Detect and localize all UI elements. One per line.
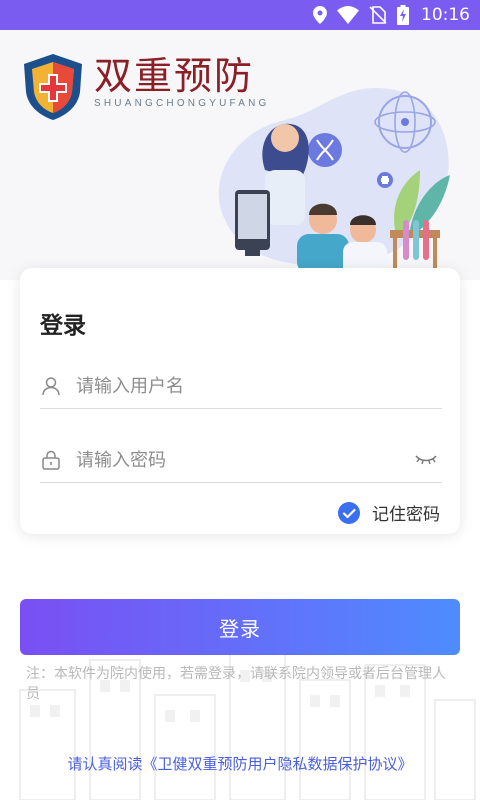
user-icon [40,375,62,397]
remember-password-label: 记住密码 [372,505,440,525]
battery-charging-icon [397,5,409,25]
password-field-row [40,438,442,483]
medical-team-illustration [218,87,450,278]
no-sim-icon [369,6,387,24]
shield-logo-icon [24,54,82,120]
eye-closed-icon[interactable] [414,451,438,469]
password-input[interactable] [74,448,414,472]
login-button[interactable]: 登录 [20,599,460,655]
privacy-agreement-link[interactable]: 请认真阅读《卫健双重预防用户隐私数据保护协议》 [0,753,480,774]
wifi-icon [337,6,359,24]
header: 双重预防 SHUANGCHONGYUFANG [0,30,480,280]
login-card: 登录 记住密码 [20,268,460,534]
login-card-title: 登录 [40,313,86,339]
usage-note: 注：本软件为院内使用，若需登录，请联系院内领导或者后台管理人员 [26,666,446,702]
lock-icon [40,449,62,471]
location-icon [313,6,327,24]
username-field-row [40,364,442,409]
status-time: 10:16 [421,5,470,25]
status-bar: 10:16 [0,0,480,30]
remember-password-toggle[interactable]: 记住密码 [338,500,440,525]
checkbox-checked-icon[interactable] [338,501,360,524]
username-input[interactable] [74,374,442,398]
